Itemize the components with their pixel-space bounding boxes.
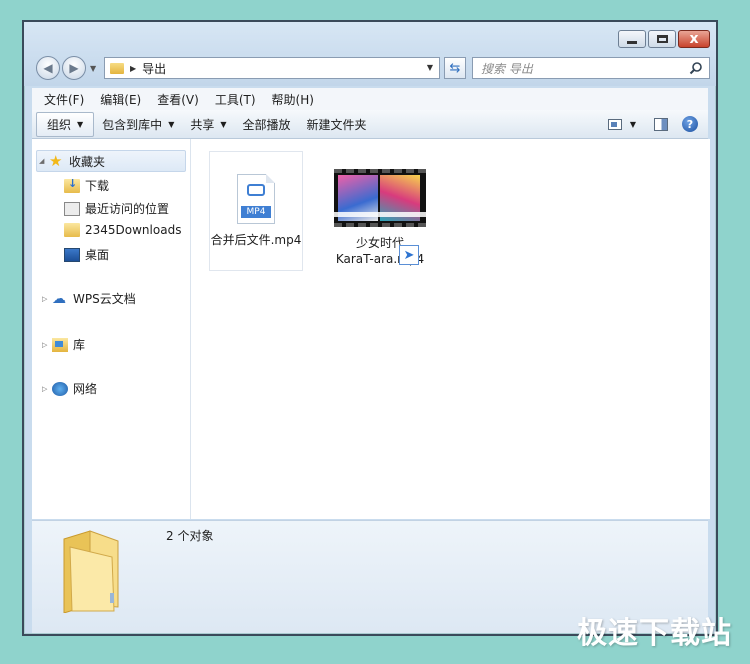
chevron-down-icon: ▼ xyxy=(77,119,84,129)
breadcrumb-chevron-icon[interactable]: ▶ xyxy=(130,64,136,73)
view-options-chevron-icon[interactable]: ▼ xyxy=(630,120,636,129)
player-app-badge-icon: ➤ xyxy=(399,245,419,265)
search-input[interactable]: 搜索 导出 xyxy=(472,57,710,79)
video-thumbnail xyxy=(334,169,426,227)
maximize-button[interactable] xyxy=(648,30,676,48)
menu-bar: 文件(F) 编辑(E) 查看(V) 工具(T) 帮助(H) xyxy=(32,88,708,111)
nav-wps-label: WPS云文档 xyxy=(73,292,136,306)
item-count: 2 个对象 xyxy=(166,529,214,543)
nav-item-2345downloads[interactable]: 2345Downloads xyxy=(64,223,181,237)
search-placeholder: 搜索 导出 xyxy=(481,61,533,76)
arrow-right-icon: ▶ xyxy=(69,61,79,75)
include-in-library-button[interactable]: 包含到库中 ▼ xyxy=(94,113,182,136)
mp4-tag: MP4 xyxy=(241,206,271,218)
cloud-icon: ☁ xyxy=(52,290,66,307)
recent-places-icon xyxy=(64,201,80,216)
close-button[interactable]: x xyxy=(678,30,710,48)
expand-triangle-icon[interactable]: ▷ xyxy=(42,295,52,303)
minimize-icon xyxy=(627,40,637,44)
nav-item-wps-cloud[interactable]: ▷ ☁ WPS云文档 xyxy=(42,290,136,307)
nav-desktop-label: 桌面 xyxy=(85,248,110,262)
menu-help[interactable]: 帮助(H) xyxy=(272,91,314,108)
caption-buttons: x xyxy=(616,30,710,48)
file-item-merged-mp4[interactable]: MP4 合并后文件.mp4 xyxy=(209,151,303,271)
maximize-icon xyxy=(656,35,668,43)
play-all-button[interactable]: 全部播放 xyxy=(235,113,299,136)
close-icon: x xyxy=(689,31,699,47)
menu-file[interactable]: 文件(F) xyxy=(44,91,84,108)
change-view-icon[interactable] xyxy=(607,118,622,130)
organize-label: 组织 xyxy=(47,117,72,132)
network-icon xyxy=(52,381,68,396)
new-folder-button[interactable]: 新建文件夹 xyxy=(299,113,375,136)
nav-favorites-label: 收藏夹 xyxy=(69,154,106,169)
nav-network-label: 网络 xyxy=(73,382,98,396)
help-icon[interactable]: ? xyxy=(682,116,698,132)
expand-triangle-icon[interactable]: ▷ xyxy=(42,341,52,349)
address-dropdown-icon[interactable]: ▼ xyxy=(427,63,433,72)
nav-favorites[interactable]: ◢ ★ 收藏夹 xyxy=(36,150,186,172)
recent-pages-dropdown[interactable]: ▼ xyxy=(90,64,96,73)
window-chrome: x ◀ ▶ ▼ ▶ 导出 ▼ ⇆ 搜索 导出 xyxy=(24,22,716,86)
nav-downloads-label: 下载 xyxy=(85,179,110,193)
arrow-left-icon: ◀ xyxy=(43,61,53,75)
refresh-icon: ⇆ xyxy=(449,60,461,76)
command-bar: 组织 ▼ 包含到库中 ▼ 共享 ▼ 全部播放 新建文件夹 ▼ ? xyxy=(32,110,708,139)
organize-button[interactable]: 组织 ▼ xyxy=(36,111,95,137)
share-button[interactable]: 共享 ▼ xyxy=(182,113,234,136)
menu-tools[interactable]: 工具(T) xyxy=(215,91,256,108)
menu-view[interactable]: 查看(V) xyxy=(157,91,199,108)
nav-item-recent[interactable]: 最近访问的位置 xyxy=(64,200,169,217)
folder-icon xyxy=(63,530,119,613)
nav-library-label: 库 xyxy=(73,338,86,352)
breadcrumb-current[interactable]: 导出 xyxy=(142,60,166,77)
include-library-label: 包含到库中 xyxy=(102,117,163,132)
search-icon[interactable] xyxy=(689,61,703,75)
explorer-window: x ◀ ▶ ▼ ▶ 导出 ▼ ⇆ 搜索 导出 文件(F) 编辑(E) 查看(V)… xyxy=(22,20,718,636)
video-camera-icon xyxy=(247,184,265,196)
folder-icon xyxy=(110,62,124,74)
chevron-down-icon: ▼ xyxy=(220,119,227,129)
refresh-button[interactable]: ⇆ xyxy=(444,57,466,79)
downloads-folder-icon xyxy=(64,177,80,193)
nav-item-downloads[interactable]: 下载 xyxy=(64,177,109,194)
file-name: 合并后文件.mp4 xyxy=(210,233,302,247)
nav-item-network[interactable]: ▷ 网络 xyxy=(42,380,97,397)
desktop-icon xyxy=(64,247,80,262)
nav-recent-label: 最近访问的位置 xyxy=(85,202,170,216)
folder-icon xyxy=(64,223,80,237)
watermark-text: 极速下载站 xyxy=(577,616,732,651)
star-icon: ★ xyxy=(49,152,63,170)
menu-edit[interactable]: 编辑(E) xyxy=(100,91,141,108)
library-icon xyxy=(52,337,68,352)
share-label: 共享 xyxy=(190,117,215,132)
nav-2345downloads-label: 2345Downloads xyxy=(85,223,182,237)
thumbnail-subtitle-strip xyxy=(334,212,426,217)
expand-triangle-icon[interactable]: ▷ xyxy=(42,385,52,393)
nav-item-desktop[interactable]: 桌面 xyxy=(64,246,109,263)
minimize-button[interactable] xyxy=(618,30,646,48)
chevron-down-icon: ▼ xyxy=(168,119,175,129)
expand-triangle-icon[interactable]: ◢ xyxy=(39,157,49,165)
address-bar[interactable]: ▶ 导出 ▼ xyxy=(104,57,440,79)
mp4-file-icon: MP4 xyxy=(237,174,275,224)
nav-item-library[interactable]: ▷ 库 xyxy=(42,336,85,353)
back-button[interactable]: ◀ xyxy=(36,56,60,80)
forward-button[interactable]: ▶ xyxy=(62,56,86,80)
file-list: MP4 合并后文件.mp4 少女时代 KaraT-ara.mp4 ➤ xyxy=(191,139,710,519)
preview-pane-icon[interactable] xyxy=(654,117,668,131)
navigation-pane: ◢ ★ 收藏夹 下载 最近访问的位置 2345Downloads 桌面 ▷ ☁ … xyxy=(32,139,191,519)
